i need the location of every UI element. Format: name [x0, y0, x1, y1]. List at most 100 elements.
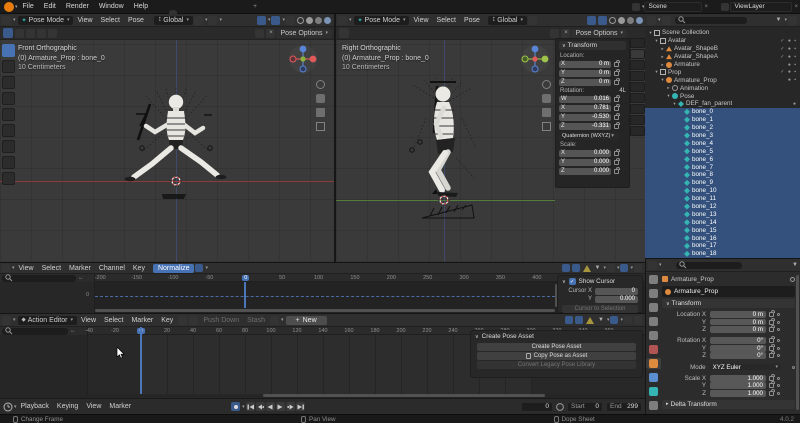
- pose-options-dropdown[interactable]: Pose Options▾: [571, 29, 627, 38]
- editor-mode-dropdown[interactable]: ◆ Action Editor▾: [18, 316, 77, 325]
- shading-wireframe-button[interactable]: [297, 17, 304, 24]
- n-panel-tab[interactable]: [630, 49, 645, 59]
- shading-material-button[interactable]: [627, 17, 634, 24]
- xray-toggle[interactable]: [286, 16, 295, 25]
- expander-icon[interactable]: ▾: [653, 69, 660, 75]
- timeline-menu-item[interactable]: View: [82, 403, 105, 410]
- transform-panel-header[interactable]: ∨Transform: [559, 41, 626, 50]
- expander-icon[interactable]: ▾: [653, 38, 660, 44]
- rotation-field-row[interactable]: Z-0.331: [559, 122, 626, 130]
- lock-icon[interactable]: [614, 160, 619, 165]
- pan-view-icon[interactable]: [316, 94, 325, 103]
- outliner-row[interactable]: bone_7: [645, 163, 800, 171]
- remove-viewlayer-icon[interactable]: ×: [794, 4, 798, 10]
- animate-dot-icon[interactable]: [792, 366, 795, 369]
- create-pose-asset-button[interactable]: Create Pose Asset: [477, 343, 636, 351]
- outliner-row[interactable]: ▾ Prop ✓ ● ▪: [645, 68, 800, 76]
- transform-row[interactable]: Mode XYZ Euler▾: [662, 363, 795, 370]
- visibility-toggles[interactable]: ✓ ● ▪: [780, 46, 797, 52]
- viewport-menu-item[interactable]: Pose: [460, 17, 484, 24]
- outliner-row[interactable]: bone_1: [645, 116, 800, 124]
- viewlayer-field[interactable]: ViewLayer: [730, 2, 792, 12]
- push-down-button[interactable]: Push Down: [199, 317, 243, 324]
- current-frame-field[interactable]: 0: [521, 402, 553, 412]
- clear-button[interactable]: ×: [266, 29, 275, 38]
- outliner-row[interactable]: bone_3: [645, 132, 800, 140]
- transform-row[interactable]: Y 1.000▾: [662, 382, 795, 389]
- timeline-menu-item[interactable]: Keying: [53, 403, 82, 410]
- lock-icon[interactable]: [614, 115, 619, 120]
- animate-dot-icon[interactable]: [777, 328, 780, 331]
- graph-menu-item[interactable]: Marker: [65, 265, 95, 272]
- lock-icon[interactable]: [614, 71, 619, 76]
- scale-field-row[interactable]: X0.000: [559, 149, 626, 157]
- jump-to-start-button[interactable]: [246, 402, 255, 411]
- graph-menu-item[interactable]: Key: [129, 265, 149, 272]
- location-field-row[interactable]: Z0 m: [559, 78, 626, 86]
- expand-channels-icon[interactable]: ↔: [70, 328, 76, 334]
- viewport-front-canvas[interactable]: Front Orthographic (0) Armature_Prop : b…: [0, 40, 334, 262]
- expander-icon[interactable]: ▸: [659, 62, 666, 68]
- transform-row[interactable]: Rotation X 0°▾: [662, 337, 795, 344]
- dope-playhead[interactable]: [140, 327, 142, 394]
- proportional-icon[interactable]: [620, 264, 628, 272]
- tool-option-4[interactable]: [48, 29, 57, 38]
- cursor-tool-button[interactable]: [2, 76, 15, 89]
- expander-icon[interactable]: ▾: [671, 101, 678, 107]
- lock-icon[interactable]: [769, 391, 774, 396]
- tool-option-3[interactable]: [37, 29, 46, 38]
- visibility-toggles[interactable]: ✓ ● ▪: [780, 38, 797, 44]
- transform-row[interactable]: Location X 0 m▾: [662, 311, 795, 318]
- clear-button[interactable]: ×: [561, 29, 570, 38]
- outliner-row[interactable]: ▸ Animation: [645, 84, 800, 92]
- new-action-button[interactable]: +New: [286, 316, 327, 325]
- rotation-mode-dropdown[interactable]: Quaternion (WXYZ)▾: [559, 132, 619, 140]
- expander-icon[interactable]: ▸: [665, 85, 672, 91]
- outliner-row[interactable]: bone_16: [645, 234, 800, 242]
- lock-icon[interactable]: [614, 62, 619, 67]
- add-workspace-button[interactable]: +: [249, 1, 261, 12]
- lock-icon[interactable]: [614, 151, 619, 156]
- graph-menu-item[interactable]: Select: [38, 265, 65, 272]
- lock-icon[interactable]: [614, 97, 619, 102]
- rotation-lock-badge[interactable]: 4L: [619, 88, 626, 94]
- n-panel-tab[interactable]: [630, 115, 645, 125]
- dope-menu-item[interactable]: Key: [157, 317, 177, 324]
- filter-icon[interactable]: ▼: [776, 17, 782, 23]
- transform-section-header[interactable]: ∨Transform: [662, 299, 795, 308]
- zoom-view-icon[interactable]: [542, 80, 551, 89]
- visibility-toggles[interactable]: ✓ ● ▪: [780, 69, 797, 75]
- animate-dot-icon[interactable]: [777, 377, 780, 380]
- expander-icon[interactable]: ▾: [665, 93, 672, 99]
- toolbar-toggle-icon[interactable]: [339, 28, 349, 38]
- delta-transform-header[interactable]: ▸Delta Transform: [662, 400, 795, 409]
- unlink-scene-icon[interactable]: ×: [704, 4, 708, 10]
- show-gizmo-toggle[interactable]: [257, 16, 266, 25]
- ortho-grid-icon[interactable]: [542, 122, 551, 131]
- workspace-tab[interactable]: [193, 10, 201, 14]
- measure-tool-button[interactable]: [2, 172, 15, 185]
- expander-icon[interactable]: ▸: [659, 46, 666, 52]
- animate-dot-icon[interactable]: [777, 321, 780, 324]
- outliner-row[interactable]: bone_17: [645, 242, 800, 250]
- play-reverse-button[interactable]: [266, 402, 275, 411]
- location-field-row[interactable]: X0 m: [559, 60, 626, 68]
- outliner-search-input[interactable]: [675, 17, 747, 24]
- filter-icon[interactable]: ▼: [792, 262, 798, 268]
- outliner-row[interactable]: bone_9: [645, 179, 800, 187]
- viewport-menu-item[interactable]: Select: [433, 17, 460, 24]
- outliner-row[interactable]: ▸ Avatar_ShapeB ✓ ● ▪: [645, 45, 800, 53]
- lock-icon[interactable]: [769, 376, 774, 381]
- proportional-edit-icon[interactable]: [208, 16, 217, 25]
- n-panel-tab[interactable]: [630, 60, 645, 70]
- tab-render[interactable]: [649, 289, 658, 298]
- ortho-grid-icon[interactable]: [316, 122, 325, 131]
- scale-field-row[interactable]: Y0.000: [559, 158, 626, 166]
- show-gizmo-toggle[interactable]: [587, 16, 596, 25]
- outliner-row[interactable]: bone_6: [645, 155, 800, 163]
- n-panel-tab[interactable]: [630, 93, 645, 103]
- workspace-tab[interactable]: [161, 10, 169, 14]
- expander-icon[interactable]: ▾: [659, 77, 666, 83]
- shading-rendered-button[interactable]: [636, 17, 643, 24]
- scene-icon[interactable]: [632, 3, 640, 11]
